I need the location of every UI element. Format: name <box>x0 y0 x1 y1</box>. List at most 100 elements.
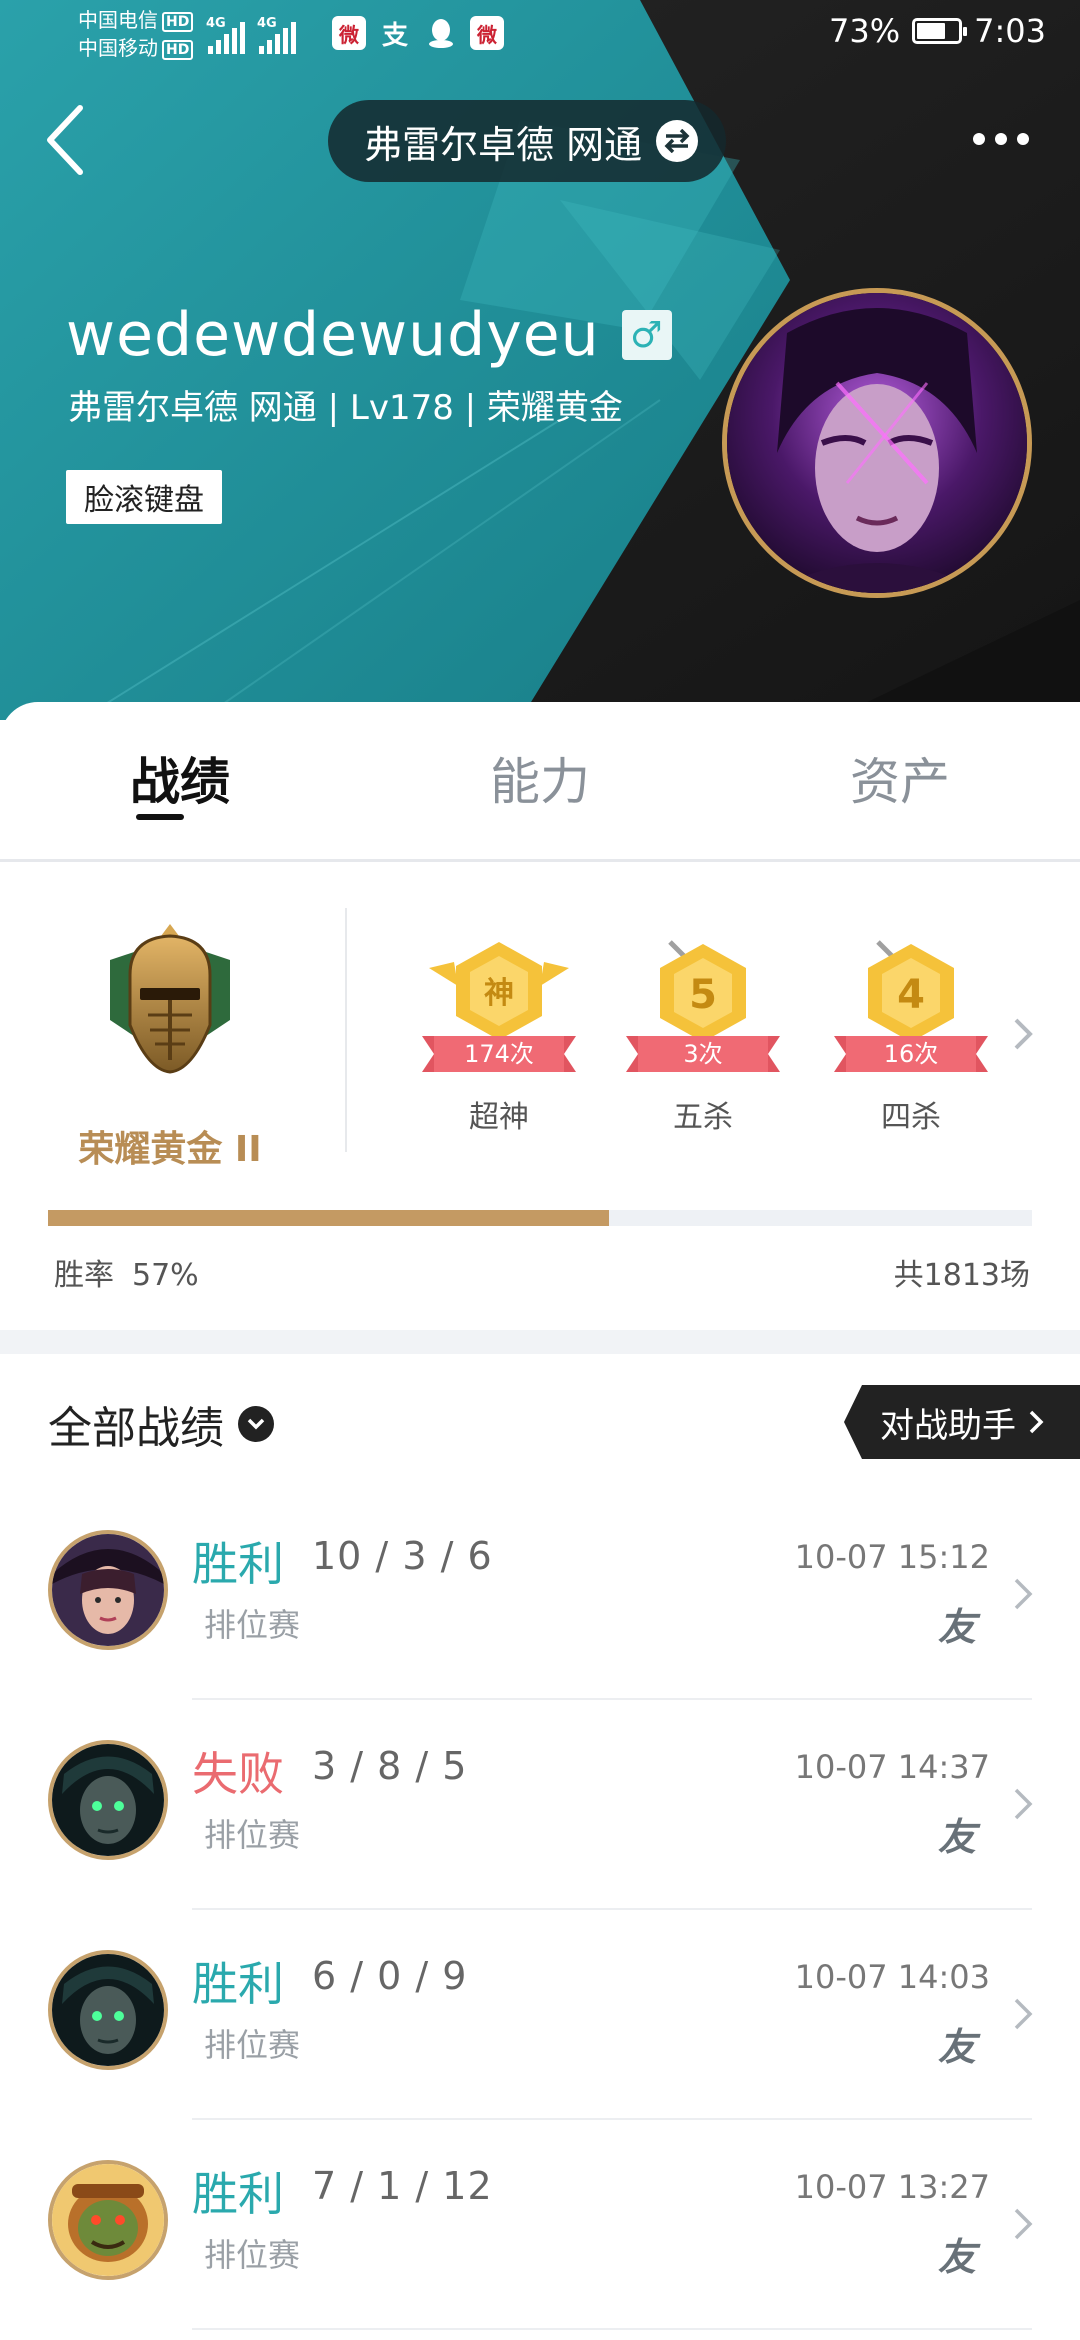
win-rate-bar-fill <box>48 1210 609 1226</box>
friend-badge-icon: 友 <box>937 1605 976 1649</box>
carrier-2: 中国移动 <box>78 36 158 60</box>
friend-badge-icon: 友 <box>937 2235 976 2279</box>
match-time: 10-07 14:37 <box>794 1748 990 1786</box>
more-dot-icon <box>1017 133 1029 145</box>
match-kda: 7 / 1 / 12 <box>312 2164 493 2208</box>
match-result: 胜利 <box>192 2167 284 2221</box>
honor-badge-icon: 4 16次 <box>834 940 988 1080</box>
active-tab-indicator <box>136 814 184 820</box>
rank-name: 荣耀黄金 II <box>78 1129 262 1170</box>
chevron-right-icon <box>1029 1410 1044 1434</box>
back-button[interactable] <box>40 98 100 182</box>
honor-label: 超神 <box>469 1100 529 1135</box>
server-switch-button[interactable]: 弗雷尔卓德 网通 <box>328 100 727 182</box>
champion-avatar <box>48 2160 168 2280</box>
honor-legendary[interactable]: 神 174次 超神 <box>414 940 584 1136</box>
profile-tag[interactable]: 脸滚键盘 <box>66 470 222 524</box>
username-text: wedewdewudyeu <box>66 300 600 370</box>
honor-badge-text: 神 <box>484 976 514 1011</box>
win-rate-bar <box>48 1210 1032 1226</box>
chevron-down-icon <box>238 1406 274 1442</box>
match-result: 胜利 <box>192 1957 284 2011</box>
more-options-button[interactable] <box>966 124 1036 154</box>
more-dot-icon <box>995 133 1007 145</box>
tab-ability[interactable]: 能力 <box>420 742 660 814</box>
match-mode: 排位赛 <box>204 2236 301 2274</box>
honor-label: 五杀 <box>673 1100 733 1135</box>
profile-header: 中国电信 HD 中国移动 HD 4G 4G 微 支 微 73% 7:03 弗雷尔… <box>0 0 1080 720</box>
more-dot-icon <box>973 133 985 145</box>
battle-assistant-label: 对战助手 <box>880 1405 1016 1446</box>
win-rate-value: 57% <box>132 1258 199 1293</box>
divider <box>345 908 347 1152</box>
network-type-2: 4G <box>257 16 277 31</box>
match-time: 10-07 13:27 <box>794 2168 990 2206</box>
carrier-1: 中国电信 <box>78 8 158 32</box>
chevron-left-icon <box>47 105 83 175</box>
chevron-right-icon <box>1014 1018 1033 1050</box>
honor-badge-icon: 神 174次 <box>422 940 576 1080</box>
tab-records[interactable]: 战绩 <box>60 742 300 814</box>
champion-portrait-icon <box>52 1954 164 2066</box>
match-time: 10-07 15:12 <box>794 1538 990 1576</box>
honor-label: 四杀 <box>881 1100 941 1135</box>
notification-icons: 微 支 微 <box>332 16 504 51</box>
chevron-right-icon <box>1014 1788 1033 1820</box>
friend-badge-icon: 友 <box>937 1815 976 1859</box>
match-row[interactable]: 胜利 6 / 0 / 9 排位赛 10-07 14:03 友 <box>0 1910 1080 2120</box>
match-kda: 10 / 3 / 6 <box>312 1534 493 1578</box>
profile-sub-info: 弗雷尔卓德 网通 | Lv178 | 荣耀黄金 <box>68 388 623 428</box>
champion-portrait-icon <box>727 293 1027 593</box>
records-title: 全部战绩 <box>48 1403 224 1454</box>
section-separator <box>0 1330 1080 1354</box>
network-type-1: 4G <box>206 16 226 31</box>
win-rate-label: 胜率 <box>54 1258 114 1293</box>
alipay-icon: 支 <box>381 20 408 51</box>
chevron-right-icon <box>1014 1998 1033 2030</box>
total-games: 共1813场 <box>893 1258 1030 1293</box>
match-row[interactable]: 胜利 10 / 3 / 6 排位赛 10-07 15:12 友 <box>0 1490 1080 1700</box>
honors-more-button[interactable] <box>1012 1016 1036 1052</box>
match-mode: 排位赛 <box>204 1816 301 1854</box>
weibo-icon: 微 <box>332 16 366 50</box>
champion-portrait-icon <box>52 1744 164 1856</box>
clock: 7:03 <box>974 12 1046 50</box>
status-right: 73% 7:03 <box>829 12 1046 50</box>
battle-assistant-button[interactable]: 对战助手 <box>844 1385 1080 1459</box>
chevron-right-icon <box>1014 2208 1033 2240</box>
signal-indicators: 4G 4G <box>206 14 296 54</box>
profile-avatar[interactable] <box>722 288 1032 598</box>
honor-quadrakill[interactable]: 4 16次 四杀 <box>826 940 996 1136</box>
honor-pentakill[interactable]: 5 3次 五杀 <box>618 940 788 1136</box>
hd-badge: HD <box>162 39 194 60</box>
match-time: 10-07 14:03 <box>794 1958 990 1996</box>
row-divider <box>192 2328 1032 2330</box>
swap-icon <box>656 120 699 162</box>
honor-count: 16次 <box>834 1036 988 1072</box>
match-row[interactable]: 胜利 7 / 1 / 12 排位赛 10-07 13:27 友 <box>0 2120 1080 2330</box>
honor-count: 174次 <box>422 1036 576 1072</box>
hd-badge: HD <box>162 11 194 32</box>
champion-portrait-icon <box>52 2164 164 2276</box>
champion-portrait-icon <box>52 1534 164 1646</box>
tab-assets[interactable]: 资产 <box>780 742 1020 814</box>
honor-badge-text: 5 <box>689 972 717 1018</box>
username: wedewdewudyeu ♂ <box>66 300 672 370</box>
match-result: 胜利 <box>192 1537 284 1591</box>
tab-bar: 战绩 能力 资产 <box>0 702 1080 862</box>
match-mode: 排位赛 <box>204 2026 301 2064</box>
honor-badge-icon: 5 3次 <box>626 940 780 1080</box>
match-result: 失败 <box>192 1747 284 1801</box>
match-row[interactable]: 失败 3 / 8 / 5 排位赛 10-07 14:37 友 <box>0 1700 1080 1910</box>
server-name: 弗雷尔卓德 网通 <box>364 122 643 167</box>
status-bar: 中国电信 HD 中国移动 HD 4G 4G 微 支 微 73% 7:03 <box>0 0 1080 72</box>
battery-percent: 73% <box>829 12 901 50</box>
rank-emblem-icon[interactable] <box>100 920 240 1080</box>
weibo-icon: 微 <box>470 16 504 50</box>
signal-icon: 4G <box>206 16 245 54</box>
champion-avatar <box>48 1530 168 1650</box>
honor-count: 3次 <box>626 1036 780 1072</box>
battery-icon <box>912 18 968 44</box>
honor-badge-text: 4 <box>897 972 925 1018</box>
records-filter-dropdown[interactable]: 全部战绩 <box>48 1392 274 1456</box>
